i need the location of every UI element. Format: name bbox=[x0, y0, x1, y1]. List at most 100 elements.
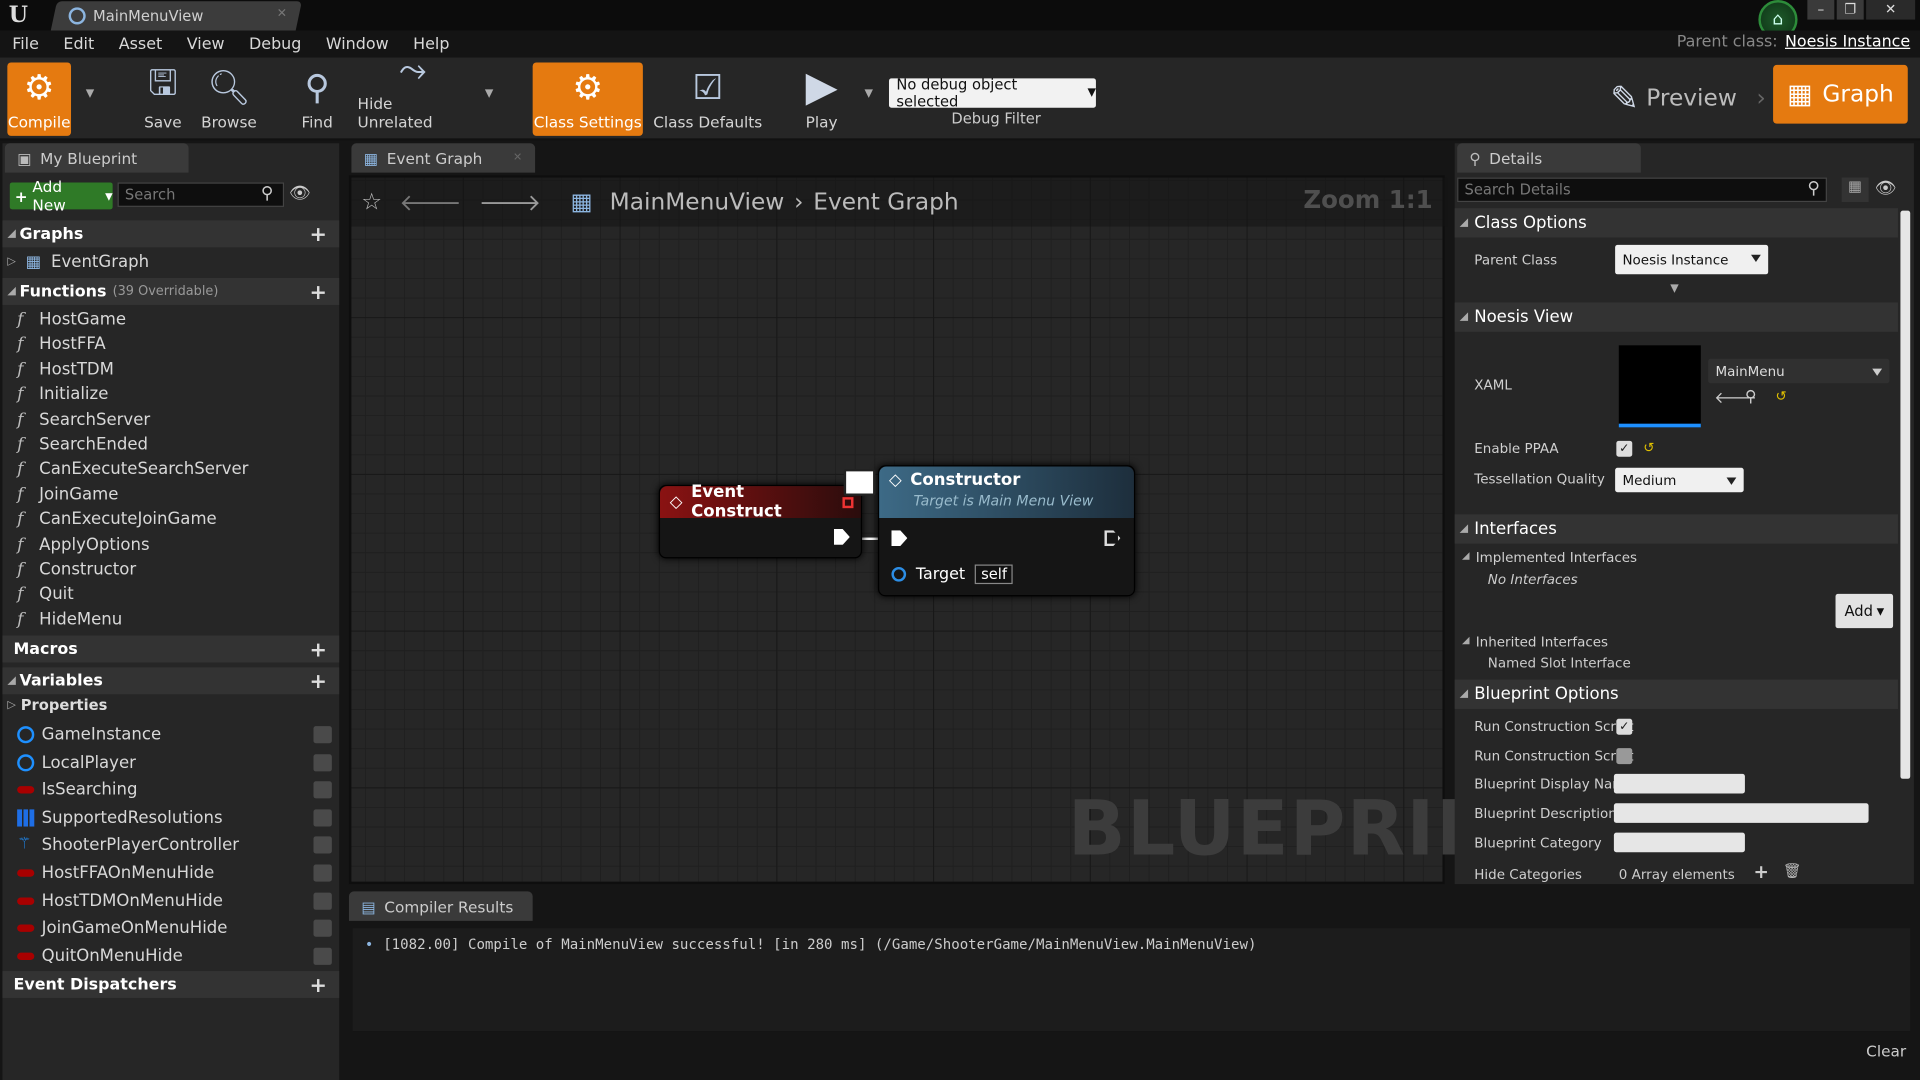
play-options-dropdown-icon[interactable]: ▼ bbox=[864, 88, 872, 100]
implemented-interfaces-header[interactable]: ◢ Implemented Interfaces bbox=[1462, 550, 1637, 566]
find-button[interactable]: ⚲ Find bbox=[287, 62, 348, 135]
add-macro-icon[interactable]: + bbox=[309, 638, 326, 662]
blueprint-display-name-input[interactable] bbox=[1613, 773, 1745, 794]
hide-unrelated-button[interactable]: ⤳ Hide Unrelated bbox=[358, 49, 468, 135]
function-item[interactable]: f Constructor bbox=[17, 557, 136, 581]
visibility-eye-icon[interactable] bbox=[313, 947, 332, 965]
functions-section-header[interactable]: ◢ Functions (39 Overridable) + bbox=[2, 277, 340, 305]
unreal-logo-icon[interactable]: U bbox=[5, 2, 32, 29]
add-function-icon[interactable]: + bbox=[309, 280, 326, 304]
class-settings-button[interactable]: ⚙ Class Settings bbox=[532, 62, 643, 136]
graph-canvas[interactable]: ☆ 🡐 🡒 ▦ MainMenuView › Event Graph Zoom … bbox=[348, 175, 1552, 885]
reset-to-default-icon[interactable]: ↺ bbox=[1776, 388, 1787, 404]
document-tab-content[interactable]: MainMenuView bbox=[68, 1, 203, 30]
favorite-star-icon[interactable]: ☆ bbox=[361, 189, 382, 216]
constructor-header[interactable]: ◇ Constructor Target is Main Menu View bbox=[879, 466, 1134, 518]
xaml-asset-select[interactable]: MainMenu bbox=[1708, 358, 1890, 384]
search-icon[interactable]: ⚲ bbox=[1807, 179, 1820, 199]
browse-asset-icon[interactable]: ⚲ bbox=[1745, 388, 1757, 406]
compiler-results-tab[interactable]: ▤ Compiler Results bbox=[348, 891, 533, 921]
variable-item[interactable]: LocalPlayer bbox=[17, 749, 136, 776]
browse-button[interactable]: 🔍︎ Browse bbox=[196, 62, 262, 135]
parent-class-link[interactable]: Noesis Instance bbox=[1785, 33, 1910, 51]
xaml-thumbnail[interactable] bbox=[1618, 345, 1701, 428]
minimize-button[interactable]: – bbox=[1807, 0, 1835, 20]
back-arrow-icon[interactable]: 🡐 bbox=[399, 188, 461, 216]
tessellation-quality-select[interactable]: Medium bbox=[1615, 467, 1744, 493]
menu-file[interactable]: File bbox=[12, 35, 39, 53]
close-tab-icon[interactable]: ✕ bbox=[513, 152, 522, 164]
function-item[interactable]: f CanExecuteSearchServer bbox=[17, 457, 248, 481]
exec-output-pin[interactable] bbox=[833, 528, 850, 545]
play-button[interactable]: ▶ Play bbox=[791, 62, 852, 135]
target-pin-row[interactable]: Target self bbox=[891, 564, 1014, 585]
constructor-node[interactable]: ◇ Constructor Target is Main Menu View T… bbox=[877, 465, 1136, 597]
function-item[interactable]: f JoinGame bbox=[17, 482, 118, 506]
add-dispatcher-icon[interactable]: + bbox=[309, 973, 326, 997]
enable-ppaa-checkbox[interactable]: ✓ bbox=[1616, 440, 1633, 457]
parent-class-select[interactable]: Noesis Instance bbox=[1615, 244, 1769, 275]
graph-item-eventgraph[interactable]: ▷ ▦ EventGraph bbox=[7, 250, 149, 274]
run-construction-script-2-checkbox[interactable] bbox=[1616, 748, 1633, 765]
my-blueprint-tab[interactable]: ▣ My Blueprint bbox=[4, 143, 189, 173]
maximize-button[interactable]: ❐ bbox=[1836, 0, 1864, 20]
menu-view[interactable]: View bbox=[187, 35, 225, 53]
visibility-eye-icon[interactable] bbox=[313, 809, 332, 827]
visibility-eye-icon[interactable] bbox=[313, 919, 332, 937]
view-options-eye-icon[interactable]: 👁︎ bbox=[289, 184, 311, 204]
reset-to-default-icon[interactable]: ↺ bbox=[1643, 440, 1654, 456]
visibility-eye-icon[interactable] bbox=[313, 892, 332, 910]
function-item[interactable]: f HideMenu bbox=[17, 607, 122, 631]
menu-edit[interactable]: Edit bbox=[63, 35, 94, 53]
variable-item[interactable]: ⚚ ShooterPlayerController bbox=[17, 832, 239, 859]
menu-asset[interactable]: Asset bbox=[119, 35, 163, 53]
property-matrix-icon[interactable]: ▦ bbox=[1841, 177, 1869, 203]
function-item[interactable]: f CanExecuteJoinGame bbox=[17, 507, 217, 531]
macros-section-header[interactable]: Macros + bbox=[2, 635, 340, 663]
function-item[interactable]: f ApplyOptions bbox=[17, 532, 149, 556]
search-icon[interactable]: ⚲ bbox=[261, 184, 274, 204]
close-tab-icon[interactable]: ✕ bbox=[277, 7, 287, 20]
add-element-icon[interactable]: + bbox=[1753, 861, 1768, 883]
comment-bubble-icon[interactable] bbox=[843, 468, 876, 496]
menu-window[interactable]: Window bbox=[326, 35, 389, 53]
variable-item[interactable]: GameInstance bbox=[17, 721, 161, 748]
target-pin-value[interactable]: self bbox=[974, 564, 1014, 585]
variable-item[interactable]: QuitOnMenuHide bbox=[17, 943, 183, 970]
function-item[interactable]: f HostGame bbox=[17, 307, 126, 331]
view-options-eye-icon[interactable]: 👁︎ bbox=[1875, 179, 1897, 199]
debug-object-select[interactable]: No debug object selected ▼ bbox=[888, 76, 1096, 110]
details-search-input[interactable]: Search Details bbox=[1457, 177, 1827, 203]
variable-item[interactable]: HostTDMOnMenuHide bbox=[17, 887, 223, 914]
delete-trash-icon[interactable]: 🗑︎ bbox=[1783, 862, 1802, 879]
compile-options-dropdown-icon[interactable]: ▼ bbox=[86, 88, 94, 100]
function-item[interactable]: f SearchEnded bbox=[17, 432, 148, 456]
function-item[interactable]: f HostTDM bbox=[17, 357, 114, 381]
target-pin-icon[interactable] bbox=[891, 566, 907, 582]
blueprint-category-input[interactable] bbox=[1613, 832, 1745, 853]
details-scrollbar[interactable] bbox=[1900, 210, 1911, 779]
event-construct-node[interactable]: ◇ Event Construct bbox=[658, 482, 863, 559]
add-variable-icon[interactable]: + bbox=[309, 670, 326, 694]
exec-then-pin[interactable] bbox=[1104, 530, 1121, 547]
blueprint-description-input[interactable] bbox=[1613, 803, 1869, 823]
close-window-button[interactable]: ✕ bbox=[1866, 0, 1916, 20]
event-dispatchers-section-header[interactable]: Event Dispatchers + bbox=[2, 971, 340, 998]
variable-item[interactable]: JoinGameOnMenuHide bbox=[17, 915, 227, 942]
visibility-eye-icon[interactable] bbox=[313, 836, 332, 854]
function-item[interactable]: f Initialize bbox=[17, 382, 108, 406]
delegate-pin-icon[interactable] bbox=[842, 496, 854, 508]
variable-item[interactable]: SupportedResolutions bbox=[17, 804, 223, 831]
function-item[interactable]: f HostFFA bbox=[17, 332, 105, 356]
class-options-section[interactable]: ◢ Class Options bbox=[1454, 208, 1898, 238]
add-interface-button[interactable]: Add ▼ bbox=[1835, 593, 1894, 629]
advanced-expand-icon[interactable]: ▼ bbox=[1670, 283, 1678, 295]
exec-input-pin[interactable] bbox=[891, 530, 908, 547]
compile-button[interactable]: ⚙ Compile bbox=[7, 62, 72, 136]
details-tab[interactable]: ⚲ Details bbox=[1457, 143, 1641, 173]
inherited-interfaces-header[interactable]: ◢ Inherited Interfaces bbox=[1462, 634, 1608, 650]
menu-debug[interactable]: Debug bbox=[249, 35, 301, 53]
variables-section-header[interactable]: ◢ Variables + bbox=[2, 667, 340, 695]
properties-category[interactable]: ▷ Properties bbox=[7, 697, 107, 714]
blueprint-search-input[interactable]: Search bbox=[117, 182, 285, 207]
